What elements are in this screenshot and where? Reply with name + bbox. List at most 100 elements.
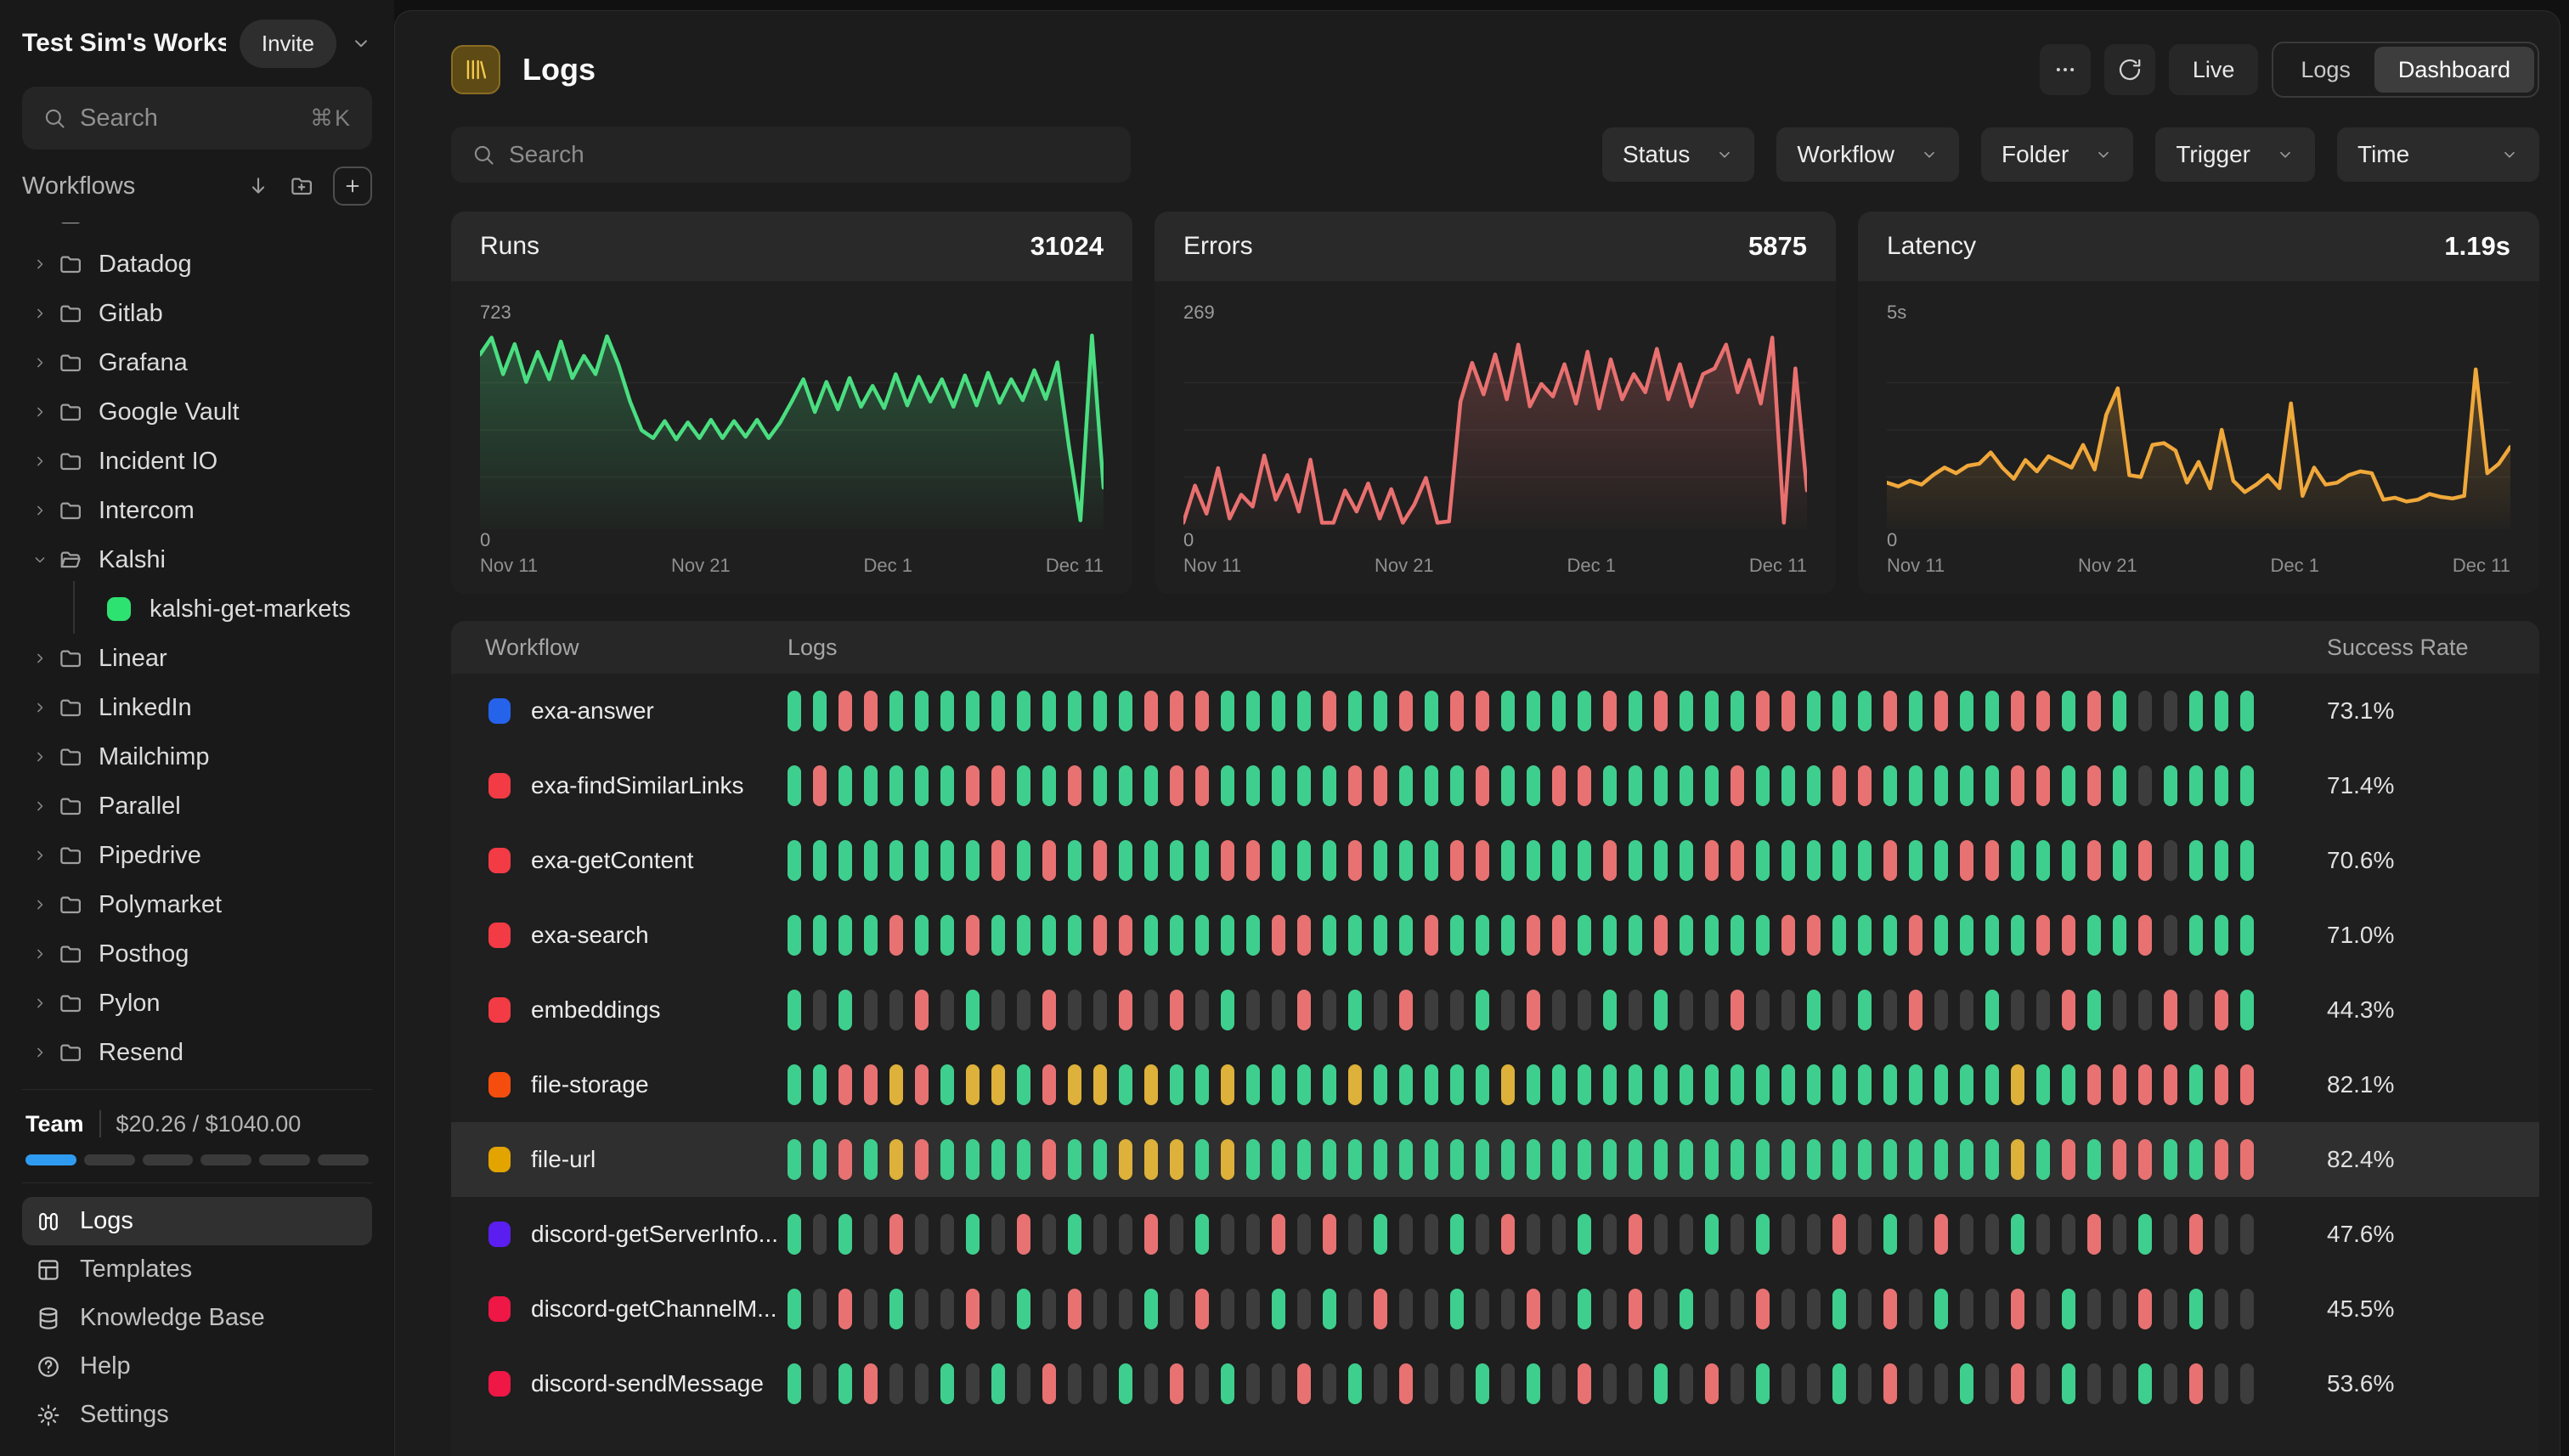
table-row[interactable]: file-storage82.1% xyxy=(451,1047,2539,1122)
log-bar[interactable] xyxy=(915,1214,929,1255)
log-bar[interactable] xyxy=(1476,1214,1489,1255)
log-bar[interactable] xyxy=(1195,1289,1209,1329)
log-bar[interactable] xyxy=(1756,1139,1770,1180)
log-bar[interactable] xyxy=(1093,1214,1107,1255)
log-bar[interactable] xyxy=(788,1289,801,1329)
log-bar[interactable] xyxy=(813,1363,827,1404)
log-bar[interactable] xyxy=(1603,765,1617,806)
log-bar[interactable] xyxy=(2215,1289,2228,1329)
log-bar[interactable] xyxy=(1705,765,1719,806)
log-bar[interactable] xyxy=(1629,1064,1642,1105)
sidebar-item-settings[interactable]: Settings xyxy=(22,1391,372,1439)
log-bar[interactable] xyxy=(2189,1363,2203,1404)
log-bar[interactable] xyxy=(1476,1363,1489,1404)
log-bar[interactable] xyxy=(2215,1214,2228,1255)
log-bar[interactable] xyxy=(1756,1363,1770,1404)
log-bar[interactable] xyxy=(1195,840,1209,881)
logs-search[interactable] xyxy=(451,127,1131,183)
log-bar[interactable] xyxy=(1756,990,1770,1030)
log-bar[interactable] xyxy=(1195,1139,1209,1180)
log-bar[interactable] xyxy=(1476,1139,1489,1180)
log-bar[interactable] xyxy=(1654,691,1668,731)
log-bar[interactable] xyxy=(2036,1289,2050,1329)
log-bar[interactable] xyxy=(1221,915,1234,956)
sidebar-item-knowledge-base[interactable]: Knowledge Base xyxy=(22,1294,372,1342)
log-bar[interactable] xyxy=(2036,1214,2050,1255)
log-bar[interactable] xyxy=(991,915,1005,956)
log-bar[interactable] xyxy=(1170,840,1183,881)
log-bar[interactable] xyxy=(2215,1064,2228,1105)
log-bar[interactable] xyxy=(2138,1214,2152,1255)
log-bar[interactable] xyxy=(1297,765,1311,806)
log-bar[interactable] xyxy=(1909,1139,1923,1180)
log-bar[interactable] xyxy=(1221,691,1234,731)
log-bar[interactable] xyxy=(788,840,801,881)
filter-folder[interactable]: Folder xyxy=(1981,127,2133,182)
log-bar[interactable] xyxy=(915,765,929,806)
log-bar[interactable] xyxy=(940,915,954,956)
log-bar[interactable] xyxy=(1042,1064,1056,1105)
log-bar[interactable] xyxy=(1705,1214,1719,1255)
log-bar[interactable] xyxy=(1680,840,1693,881)
log-bar[interactable] xyxy=(1476,990,1489,1030)
log-bar[interactable] xyxy=(813,990,827,1030)
log-bar[interactable] xyxy=(1119,1289,1132,1329)
log-bar[interactable] xyxy=(1348,1064,1362,1105)
log-bar[interactable] xyxy=(1858,1214,1872,1255)
sidebar-folder-gitlab[interactable]: Gitlab xyxy=(22,289,372,338)
log-bar[interactable] xyxy=(1909,1064,1923,1105)
log-bar[interactable] xyxy=(1603,915,1617,956)
log-bar[interactable] xyxy=(2164,1139,2177,1180)
sidebar-folder-mailchimp[interactable]: Mailchimp xyxy=(22,732,372,782)
log-bar[interactable] xyxy=(1221,990,1234,1030)
log-bar[interactable] xyxy=(1781,1064,1795,1105)
log-bar[interactable] xyxy=(1654,765,1668,806)
log-bar[interactable] xyxy=(1552,1289,1566,1329)
log-bar[interactable] xyxy=(1323,765,1336,806)
log-bar[interactable] xyxy=(1272,765,1285,806)
table-row[interactable]: discord-sendMessage53.6% xyxy=(451,1346,2539,1421)
log-bar[interactable] xyxy=(966,840,980,881)
log-bar[interactable] xyxy=(1246,1289,1260,1329)
log-bar[interactable] xyxy=(2036,1139,2050,1180)
log-bar[interactable] xyxy=(1348,1214,1362,1255)
log-bar[interactable] xyxy=(940,990,954,1030)
log-bar[interactable] xyxy=(1603,990,1617,1030)
sidebar-folder-pylon[interactable]: Pylon xyxy=(22,979,372,1028)
log-bar[interactable] xyxy=(1883,1363,1897,1404)
log-bar[interactable] xyxy=(915,1064,929,1105)
log-bar[interactable] xyxy=(1170,1214,1183,1255)
log-bar[interactable] xyxy=(1017,765,1030,806)
log-bar[interactable] xyxy=(1501,1064,1515,1105)
log-bar[interactable] xyxy=(1425,691,1438,731)
log-bar[interactable] xyxy=(1272,915,1285,956)
sidebar-folder-incident-io[interactable]: Incident IO xyxy=(22,437,372,486)
log-bar[interactable] xyxy=(940,840,954,881)
log-bar[interactable] xyxy=(1680,1139,1693,1180)
log-bar[interactable] xyxy=(1195,1064,1209,1105)
log-bar[interactable] xyxy=(1272,840,1285,881)
log-bar[interactable] xyxy=(2062,1363,2075,1404)
log-bar[interactable] xyxy=(1476,915,1489,956)
log-bar[interactable] xyxy=(1756,1214,1770,1255)
log-bar[interactable] xyxy=(1144,990,1158,1030)
new-workflow-button[interactable] xyxy=(333,166,372,206)
log-bar[interactable] xyxy=(1348,990,1362,1030)
log-bar[interactable] xyxy=(915,691,929,731)
log-bar[interactable] xyxy=(1195,1363,1209,1404)
log-bar[interactable] xyxy=(1042,990,1056,1030)
log-bar[interactable] xyxy=(2138,691,2152,731)
log-bar[interactable] xyxy=(1042,1289,1056,1329)
log-bar[interactable] xyxy=(864,915,878,956)
log-bar[interactable] xyxy=(1246,1214,1260,1255)
log-bar[interactable] xyxy=(788,1363,801,1404)
log-bar[interactable] xyxy=(1883,1214,1897,1255)
log-bar[interactable] xyxy=(1832,915,1846,956)
log-bar[interactable] xyxy=(991,691,1005,731)
log-bar[interactable] xyxy=(1756,1064,1770,1105)
toggle-dashboard[interactable]: Dashboard xyxy=(2374,47,2534,93)
sidebar-folder-parallel[interactable]: Parallel xyxy=(22,782,372,831)
log-bar[interactable] xyxy=(1323,840,1336,881)
log-bar[interactable] xyxy=(1170,765,1183,806)
log-bar[interactable] xyxy=(838,1139,852,1180)
